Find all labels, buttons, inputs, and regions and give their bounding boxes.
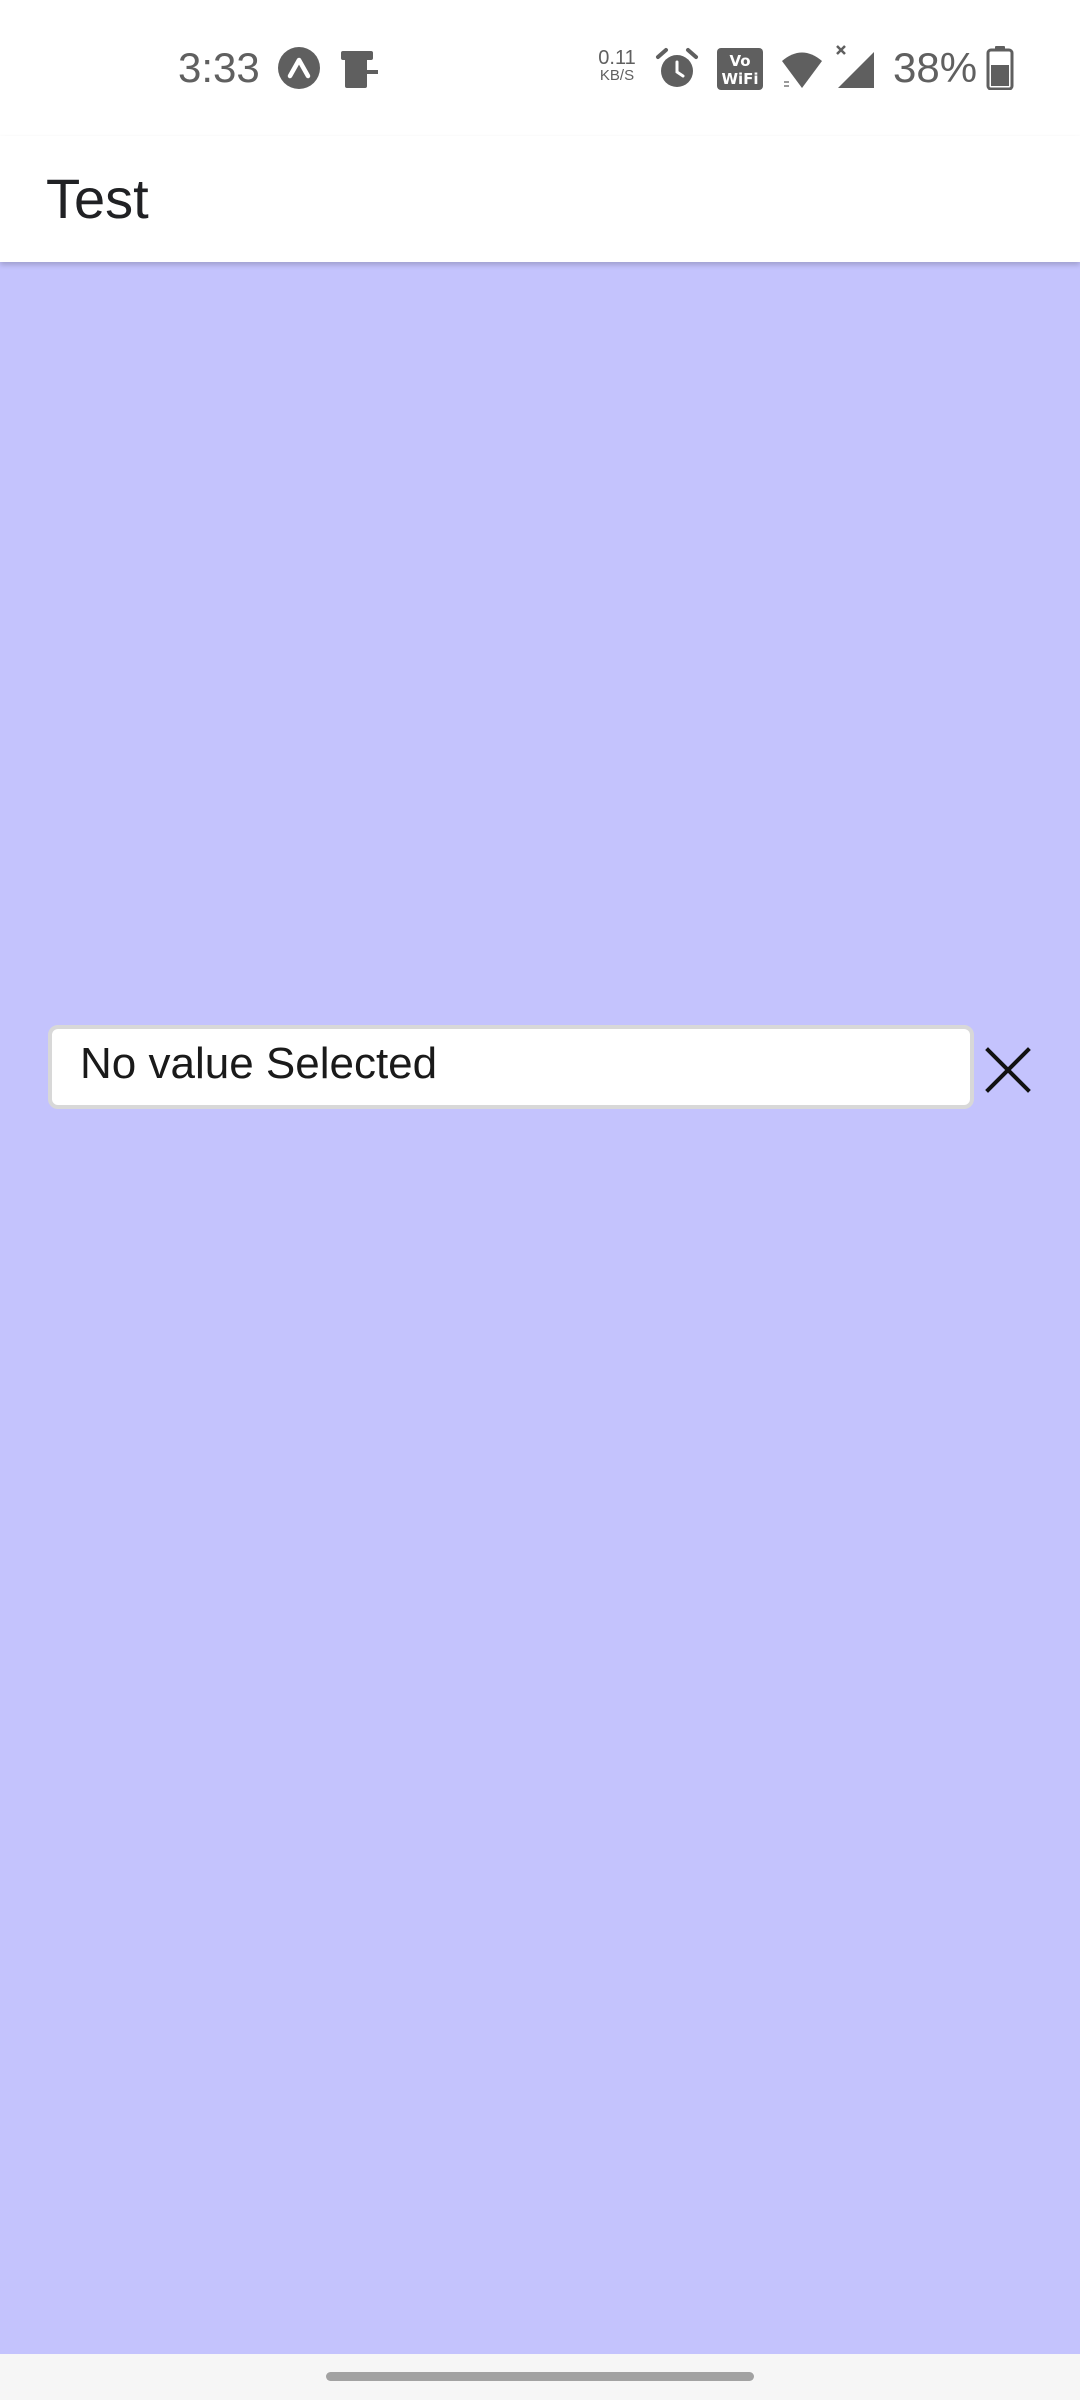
vowifi-top-label: Vo [729, 52, 750, 70]
battery-icon [986, 46, 1014, 90]
network-speed-value: 0.11 [598, 47, 636, 69]
wifi-icon [782, 52, 822, 88]
alarm-icon [656, 48, 698, 87]
status-time: 3:33 [178, 44, 260, 91]
home-indicator[interactable] [326, 2372, 754, 2381]
navigation-bar [0, 2354, 1080, 2400]
close-icon[interactable] [980, 1042, 1036, 1098]
vowifi-icon: Vo WiFi [717, 48, 763, 90]
vowifi-bottom-label: WiFi [721, 70, 758, 88]
content-area: No value Selected [0, 262, 1080, 2354]
network-speed: 0.11 KB/S [590, 48, 644, 84]
screen: 3:33 0.11 KB/S Vo WiFi 38% Test No value… [0, 0, 1080, 2400]
expo-icon [278, 47, 320, 89]
signal-icon [836, 45, 874, 88]
value-picker-field[interactable]: No value Selected [48, 1025, 974, 1109]
status-bar: 3:33 0.11 KB/S Vo WiFi 38% [0, 0, 1080, 136]
page-title: Test [46, 167, 149, 230]
device-icon [341, 51, 378, 88]
picker-value-text: No value Selected [80, 1039, 438, 1088]
network-speed-unit: KB/S [599, 67, 635, 84]
battery-percent: 38% [893, 44, 978, 91]
app-bar: Test [0, 136, 1080, 262]
